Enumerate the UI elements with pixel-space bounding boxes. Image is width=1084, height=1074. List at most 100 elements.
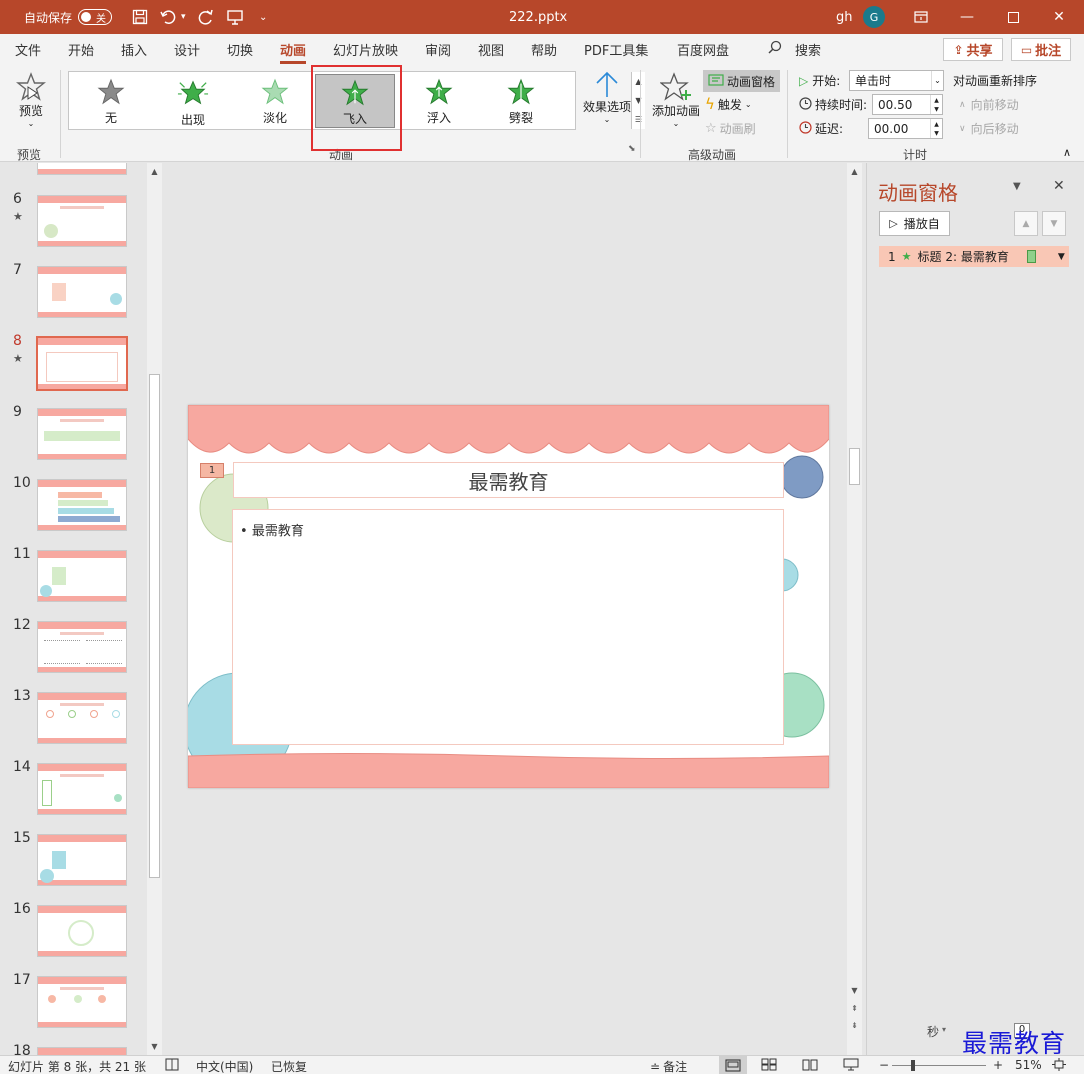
tab-help[interactable]: 帮助 bbox=[531, 40, 557, 59]
minimize-icon[interactable]: — bbox=[944, 0, 990, 34]
next-slide-icon[interactable]: ⇟ bbox=[847, 1018, 862, 1033]
animation-pane-button[interactable]: 动画窗格 bbox=[703, 70, 781, 92]
share-button[interactable]: ⇪ 共享 bbox=[943, 38, 1003, 61]
slide-thumbnail[interactable] bbox=[37, 266, 127, 318]
zoom-slider[interactable] bbox=[892, 1065, 986, 1066]
user-name[interactable]: gh bbox=[836, 0, 853, 34]
preview-button[interactable]: 预览 ⌄ bbox=[14, 72, 48, 128]
slide-title[interactable]: 最需教育 bbox=[233, 462, 784, 498]
notes-button[interactable]: ≐ 备注 bbox=[650, 1058, 687, 1074]
slide-body[interactable]: • 最需教育 bbox=[232, 509, 784, 745]
dialog-launcher-icon[interactable]: ⬊ bbox=[628, 144, 636, 154]
previous-slide-icon[interactable]: ⇞ bbox=[847, 1001, 862, 1016]
tab-baidu-netdisk[interactable]: 百度网盘 bbox=[677, 40, 729, 59]
effect-fade[interactable]: 淡化 bbox=[235, 74, 315, 128]
delay-input[interactable]: 00.00 ▲ ▼ bbox=[868, 118, 943, 139]
slide-thumbnail[interactable] bbox=[37, 621, 127, 673]
tab-animations[interactable]: 动画 bbox=[280, 40, 307, 64]
slide-thumbnail[interactable] bbox=[37, 550, 127, 602]
undo-dropdown-icon[interactable]: ▾ bbox=[181, 0, 186, 34]
add-animation-button[interactable]: 添加动画 ⌄ bbox=[650, 72, 702, 128]
normal-view-button[interactable] bbox=[719, 1056, 747, 1074]
duration-input[interactable]: 00.50 ▲ ▼ bbox=[872, 94, 943, 115]
slide-thumbnail-active[interactable] bbox=[36, 336, 128, 391]
spin-arrows-icon[interactable]: ▲ ▼ bbox=[930, 95, 942, 114]
tab-file[interactable]: 文件 bbox=[15, 40, 41, 59]
seconds-label[interactable]: 秒 bbox=[927, 1023, 939, 1040]
user-avatar[interactable]: G bbox=[863, 0, 885, 34]
scroll-down-icon[interactable]: ▼ bbox=[147, 1039, 162, 1054]
zoom-slider-thumb[interactable] bbox=[911, 1060, 915, 1071]
slide-thumbnail[interactable] bbox=[37, 692, 127, 744]
zoom-level[interactable]: 51% bbox=[1015, 1058, 1042, 1072]
close-pane-icon[interactable]: ✕ bbox=[1053, 178, 1065, 194]
language-indicator[interactable]: 中文(中国) bbox=[196, 1058, 253, 1074]
slide-thumbnail-5[interactable] bbox=[37, 163, 127, 175]
slide-thumbnail[interactable] bbox=[37, 1047, 127, 1055]
tab-design[interactable]: 设计 bbox=[174, 40, 200, 59]
slide-thumbnail[interactable] bbox=[37, 976, 127, 1028]
slide-thumbnail[interactable] bbox=[37, 195, 127, 247]
effect-none[interactable]: 无 bbox=[71, 74, 151, 128]
tab-pdf-tools[interactable]: PDF工具集 bbox=[584, 40, 648, 59]
spin-arrows-icon[interactable]: ▲ ▼ bbox=[930, 119, 942, 138]
autosave-toggle[interactable]: 关 bbox=[78, 9, 113, 25]
animation-order-tag[interactable]: 1 bbox=[200, 463, 224, 478]
undo-icon[interactable] bbox=[160, 0, 178, 34]
start-slideshow-icon[interactable] bbox=[226, 0, 244, 34]
close-icon[interactable]: ✕ bbox=[1036, 0, 1082, 34]
autosave-group[interactable]: 自动保存 关 bbox=[24, 0, 113, 34]
thumbnails-scrollbar[interactable]: ▲ ▼ bbox=[147, 163, 162, 1055]
effect-options-button[interactable]: 效果选项 ⌄ bbox=[580, 70, 634, 124]
scroll-up-icon[interactable]: ▲ bbox=[847, 164, 862, 179]
seconds-dropdown-icon[interactable]: ▾ bbox=[942, 1025, 946, 1034]
ribbon-display-options-icon[interactable] bbox=[898, 0, 944, 34]
slide-thumbnail[interactable] bbox=[37, 763, 127, 815]
slide-thumbnail[interactable] bbox=[37, 408, 127, 460]
tab-home[interactable]: 开始 bbox=[68, 40, 94, 59]
animation-painter-button[interactable]: ☆ 动画刷 bbox=[705, 120, 756, 137]
slide-thumbnail[interactable] bbox=[37, 479, 127, 531]
scroll-thumb[interactable] bbox=[149, 374, 160, 878]
scroll-up-icon[interactable]: ▲ bbox=[147, 164, 162, 179]
reading-view-icon[interactable] bbox=[802, 1058, 818, 1074]
play-from-button[interactable]: ▷ 播放自 bbox=[879, 211, 950, 236]
comments-button[interactable]: ▭ 批注 bbox=[1011, 38, 1071, 61]
scroll-down-icon[interactable]: ▼ bbox=[847, 983, 862, 998]
pane-options-icon[interactable]: ▼ bbox=[1013, 181, 1021, 192]
effect-appear[interactable]: 出现 bbox=[153, 74, 233, 128]
slide-thumbnail[interactable] bbox=[37, 834, 127, 886]
tab-transitions[interactable]: 切换 bbox=[227, 40, 253, 59]
save-icon[interactable] bbox=[132, 0, 148, 34]
move-earlier-button[interactable]: ∧ 向前移动 bbox=[959, 96, 1019, 113]
move-down-button[interactable]: ▼ bbox=[1042, 211, 1066, 236]
slide-thumbnail[interactable] bbox=[37, 905, 127, 957]
tab-view[interactable]: 视图 bbox=[478, 40, 504, 59]
customize-qat-icon[interactable]: ⌄ bbox=[259, 0, 267, 34]
accessibility-icon[interactable] bbox=[165, 1058, 179, 1074]
search-icon[interactable] bbox=[768, 40, 782, 58]
maximize-icon[interactable] bbox=[990, 0, 1036, 34]
trigger-button[interactable]: ϟ 触发 ⌄ bbox=[705, 95, 752, 113]
effect-split[interactable]: 劈裂 bbox=[481, 74, 561, 128]
start-select[interactable]: 单击时 ⌄ bbox=[849, 70, 944, 91]
zoom-out-icon[interactable]: − bbox=[879, 1058, 889, 1072]
search-label[interactable]: 搜索 bbox=[795, 40, 821, 59]
canvas-scrollbar[interactable]: ▲ ▼ ⇞ ⇟ bbox=[847, 163, 862, 1055]
collapse-ribbon-icon[interactable]: ∧ bbox=[1063, 146, 1071, 159]
tab-slideshow[interactable]: 幻灯片放映 bbox=[333, 40, 398, 59]
slide-8[interactable]: 最需教育 • 最需教育 1 bbox=[188, 405, 829, 788]
tab-insert[interactable]: 插入 bbox=[121, 40, 147, 59]
slideshow-view-icon[interactable] bbox=[843, 1058, 859, 1074]
scroll-thumb[interactable] bbox=[849, 448, 860, 485]
redo-icon[interactable] bbox=[198, 0, 214, 34]
zoom-in-icon[interactable]: + bbox=[993, 1058, 1003, 1072]
fit-to-window-icon[interactable] bbox=[1052, 1058, 1066, 1074]
effect-float-in[interactable]: 浮入 bbox=[399, 74, 479, 128]
move-up-button[interactable]: ▲ bbox=[1014, 211, 1038, 236]
animation-item[interactable]: 1 ★ 标题 2: 最需教育 ▼ bbox=[879, 246, 1069, 267]
item-dropdown-icon[interactable]: ▼ bbox=[1058, 252, 1065, 262]
slide-sorter-icon[interactable] bbox=[761, 1058, 777, 1074]
move-later-button[interactable]: ∨ 向后移动 bbox=[959, 120, 1019, 137]
tab-review[interactable]: 审阅 bbox=[425, 40, 451, 59]
